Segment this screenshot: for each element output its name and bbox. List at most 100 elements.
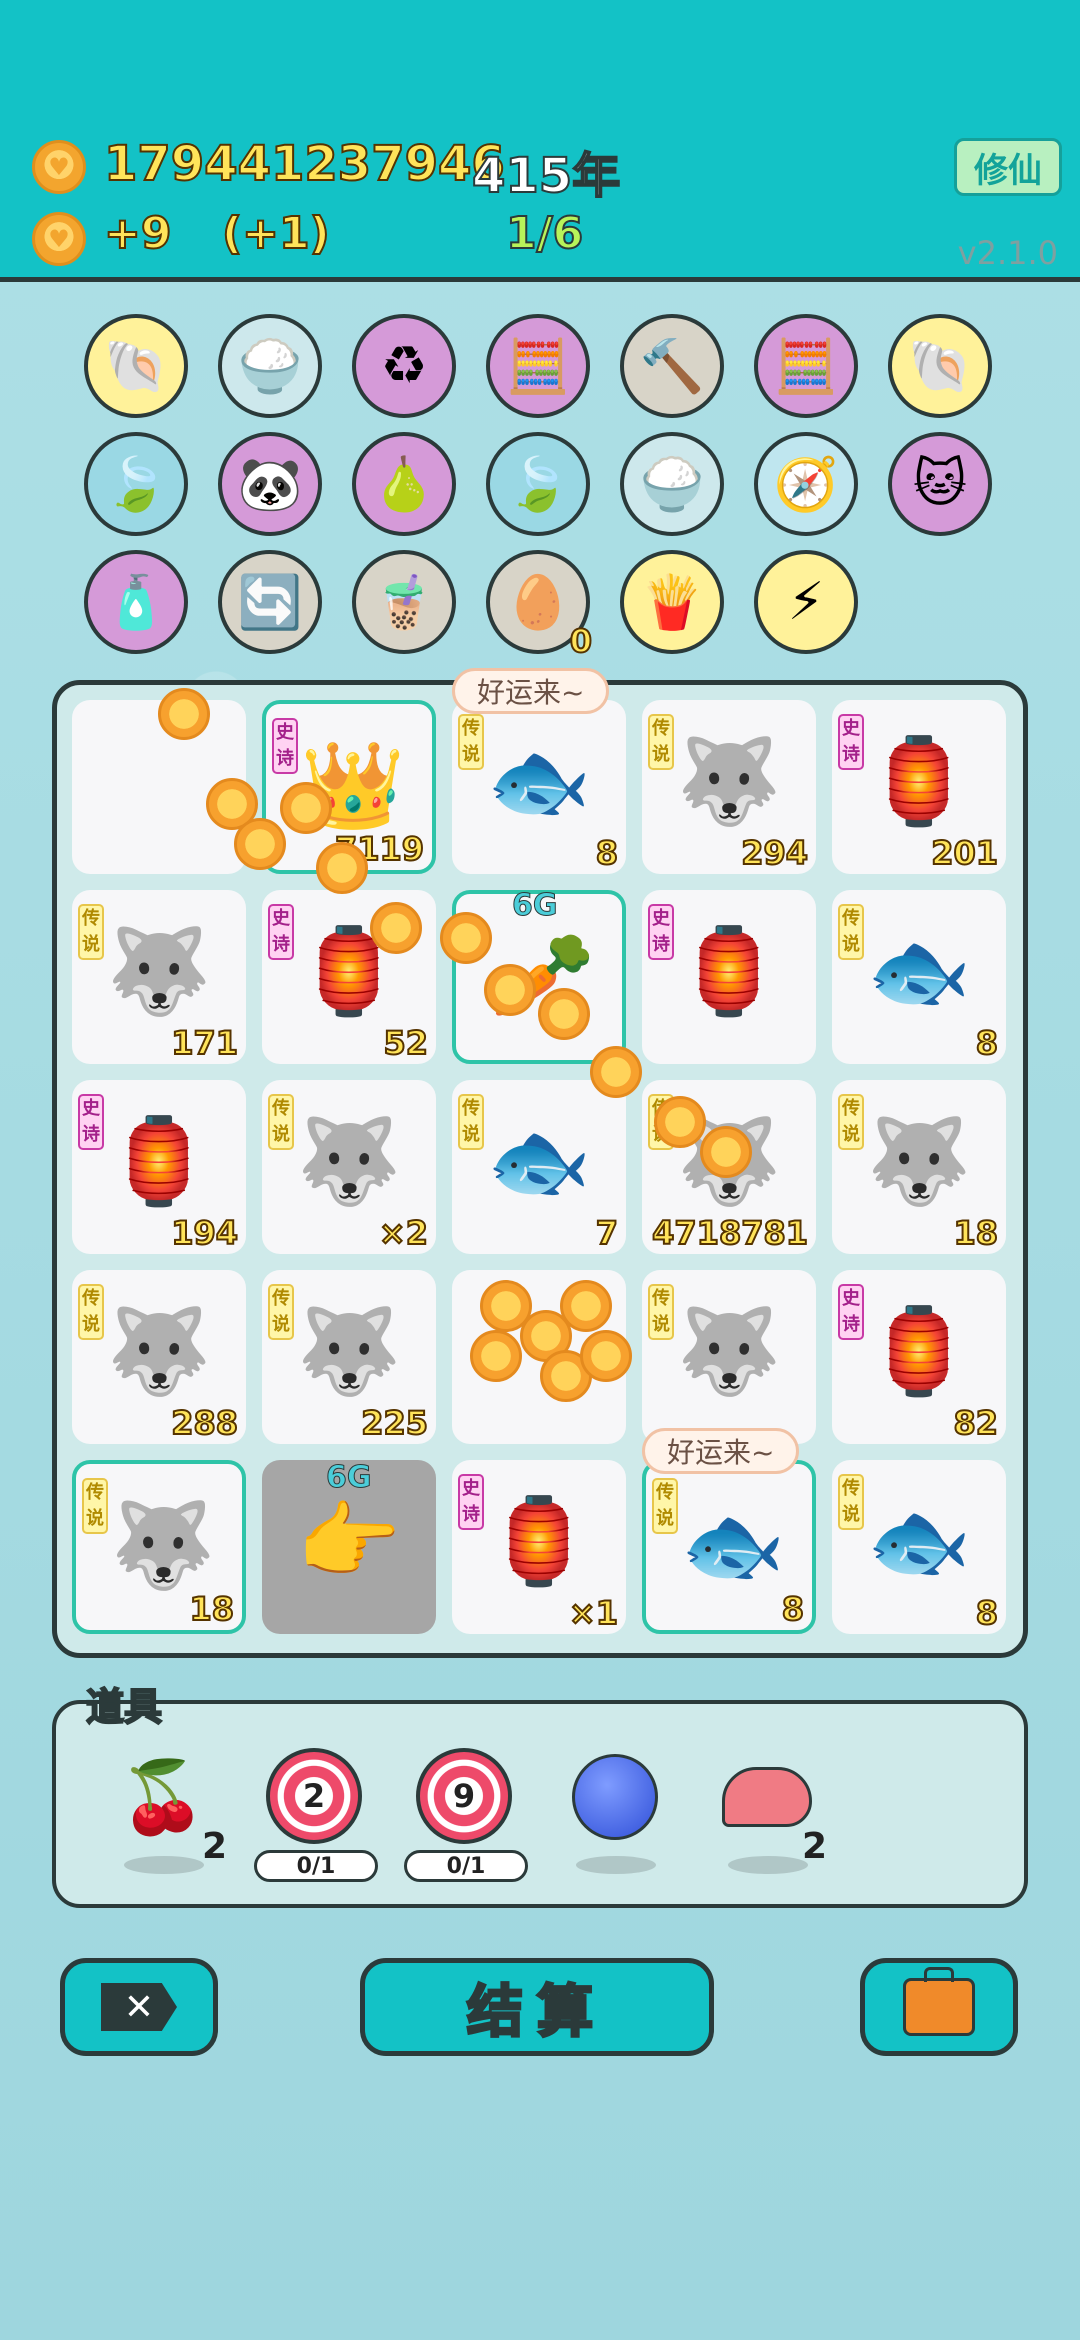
board-cell[interactable]: 传说 🐺 ×2 — [262, 1080, 436, 1254]
hammer-icon[interactable]: 🔨 — [620, 314, 724, 418]
flying-coin-icon — [560, 1280, 612, 1332]
target-icon[interactable]: 2 — [266, 1748, 362, 1844]
cell-art-icon: 🏮 — [866, 731, 972, 830]
board-cell[interactable]: 史诗 🏮 194 — [72, 1080, 246, 1254]
blueberry-icon[interactable] — [570, 1752, 660, 1842]
rice-bowl-icon[interactable]: 🍚 — [620, 432, 724, 536]
prop-shadow — [576, 1856, 656, 1874]
egg-tray-count: 0 — [569, 621, 593, 661]
leaf-icon[interactable]: 🍃 — [486, 432, 590, 536]
refresh-icon[interactable]: 🔄 — [218, 550, 322, 654]
flying-coin-icon — [700, 1126, 752, 1178]
cell-value: ×2 — [378, 1213, 429, 1253]
cell-value: 194 — [170, 1213, 239, 1253]
leaf-icon[interactable]: 🍃 — [84, 432, 188, 536]
lightning-icon[interactable]: ⚡ — [754, 550, 858, 654]
flying-coin-icon — [158, 688, 210, 740]
liver-count: 2 — [802, 1826, 828, 1867]
cell-value: ×1 — [568, 1593, 619, 1633]
target-number: 9 — [452, 1777, 476, 1815]
flying-coin-icon — [538, 988, 590, 1040]
target-icon[interactable]: 9 — [416, 1748, 512, 1844]
board-cell[interactable]: 传说 🐺 225 — [262, 1270, 436, 1444]
board-cell[interactable]: 传说 🐺 — [642, 1270, 816, 1444]
target-progress: 0/1 — [254, 1850, 378, 1882]
board-cell[interactable]: 传说 🐟 8 — [642, 1460, 816, 1634]
shell-icon[interactable]: 🐚 — [84, 314, 188, 418]
liver-icon[interactable] — [722, 1752, 812, 1842]
flying-coin-icon — [590, 1046, 642, 1098]
cell-art-icon: 🏮 — [486, 1491, 592, 1590]
board-cell[interactable]: 传说 🐟 8 — [832, 890, 1006, 1064]
board-cell[interactable]: 传说 🐺 18 — [832, 1080, 1006, 1254]
coin-total: 179441237946 — [103, 135, 506, 193]
cell-art-icon: 🐺 — [296, 1111, 402, 1210]
board-cell[interactable]: 传说 🐟 7 — [452, 1080, 626, 1254]
board-cell[interactable]: 传说 🐺 294 — [642, 700, 816, 874]
flying-coin-icon — [654, 1096, 706, 1148]
cell-art-icon: 👉 — [296, 1491, 402, 1590]
flying-coin-icon — [280, 782, 332, 834]
egg-tray-icon[interactable]: 🥚 0 — [486, 550, 593, 661]
cell-art-icon: 🏮 — [106, 1111, 212, 1210]
xiuxian-button[interactable]: 修仙 — [954, 138, 1062, 196]
board-cell[interactable]: 传说 🐺 171 — [72, 890, 246, 1064]
cell-art-icon: 🐺 — [676, 1301, 782, 1400]
board-cell[interactable]: 史诗 🏮 ×1 — [452, 1460, 626, 1634]
cell-value: 4718781 — [651, 1213, 809, 1253]
settle-label: 结算 — [466, 1978, 607, 2046]
rice-bowl-icon[interactable]: 🍚 — [218, 314, 322, 418]
cell-art-icon: 🐺 — [106, 1301, 212, 1400]
cell-art-icon: 🐺 — [110, 1495, 216, 1594]
cell-value: 18 — [188, 1589, 235, 1629]
cell-art-icon: 🐺 — [296, 1301, 402, 1400]
cell-value: 18 — [952, 1213, 999, 1253]
board-cell[interactable]: 史诗 🏮 — [642, 890, 816, 1064]
panda-icon[interactable]: 🐼 — [218, 432, 322, 536]
flying-coin-icon — [370, 902, 422, 954]
cell-art-icon: 🐟 — [486, 1111, 592, 1210]
math-head-icon[interactable]: 🧮 — [486, 314, 590, 418]
lucky-bubble: 好运来~ — [452, 668, 610, 714]
g6-badge: 6G — [326, 1460, 372, 1496]
year-counter: 415年 — [471, 147, 621, 205]
prop-shadow — [124, 1856, 204, 1874]
cell-value: 8 — [595, 833, 619, 873]
board-cell[interactable]: 传说 🐺 18 — [72, 1460, 246, 1634]
milk-tea-icon[interactable]: 🧋 — [352, 550, 456, 654]
target-progress: 0/1 — [404, 1850, 528, 1882]
props-title: 道具 — [85, 1684, 163, 1730]
board-cell[interactable]: 史诗 🏮 82 — [832, 1270, 1006, 1444]
spray-bottle-icon[interactable]: 🧴 — [84, 550, 188, 654]
shell-icon[interactable]: 🐚 — [888, 314, 992, 418]
math-head-icon[interactable]: 🧮 — [754, 314, 858, 418]
cell-value: 201 — [930, 833, 999, 873]
lychee-icon[interactable]: 🍒 — [118, 1752, 208, 1842]
lychee-count: 2 — [202, 1826, 228, 1867]
prop-shadow — [728, 1856, 808, 1874]
coin-icon: ♥ — [32, 140, 86, 194]
cell-art-icon: 🐺 — [676, 731, 782, 830]
board-cell[interactable]: 传说 🐟 8 — [832, 1460, 1006, 1634]
income-coin-icon: ♥ — [32, 212, 86, 266]
briefcase-icon — [903, 1967, 975, 2036]
board-cell[interactable]: 传说 🐟 8 — [452, 700, 626, 874]
flying-coin-icon — [580, 1330, 632, 1382]
cell-art-icon: 🐺 — [866, 1111, 972, 1210]
cell-value: 82 — [952, 1403, 999, 1443]
settle-button[interactable]: 结算 — [360, 1958, 714, 2056]
board-cell[interactable]: 史诗 🏮 201 — [832, 700, 1006, 874]
income-rate: +9 — [103, 207, 172, 260]
pomelo-icon[interactable]: 🍐 — [352, 432, 456, 536]
briefcase-button[interactable] — [860, 1958, 1018, 2056]
income-bonus: (+1) — [221, 207, 331, 260]
fries-icon[interactable]: 🍟 — [620, 550, 724, 654]
compass-icon[interactable]: 🧭 — [754, 432, 858, 536]
cell-art-icon: 🐟 — [486, 731, 592, 830]
cat-icon[interactable]: 🐱 — [888, 432, 992, 536]
cell-value: 294 — [740, 833, 809, 873]
board-cell[interactable]: 传说 🐺 288 — [72, 1270, 246, 1444]
flying-coin-icon — [440, 912, 492, 964]
recycle-icon[interactable]: ♻ — [352, 314, 456, 418]
close-button[interactable]: ✕ — [60, 1958, 218, 2056]
